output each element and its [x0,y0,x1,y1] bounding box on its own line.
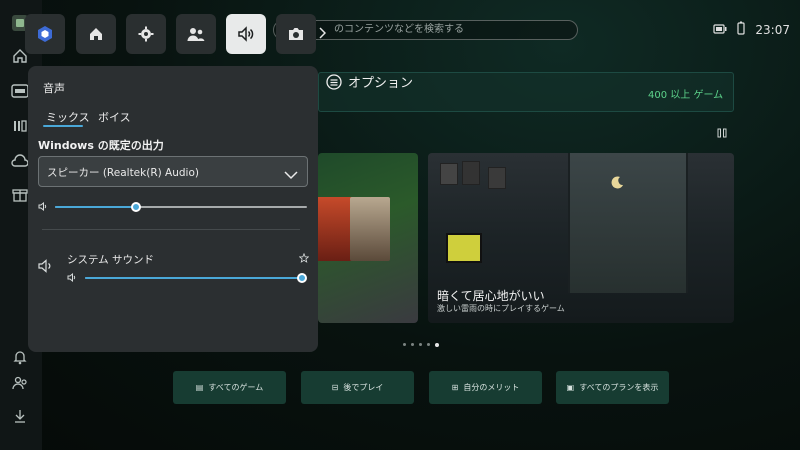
poster-artwork [462,161,480,185]
options-label: オプション [348,76,414,91]
system-sound-label: システム サウンド [67,254,155,266]
camera-icon [289,28,303,40]
carousel-dot[interactable] [427,343,430,346]
divider [42,229,300,230]
controller-battery-icon [737,21,746,38]
home-button[interactable] [76,14,116,54]
list-icon: ▤ [195,383,204,392]
carousel-dot[interactable] [419,343,422,346]
poster-artwork [440,163,458,185]
play-later-button[interactable]: ⊟ 後でプレイ [301,371,414,404]
poster-artwork [446,233,482,263]
settings-button[interactable] [126,14,166,54]
active-tab-indicator [43,125,83,127]
featured-title: 暗くて居心地がいい [437,289,545,303]
speaker-small-icon [38,201,48,213]
widget-button[interactable] [25,14,65,54]
moon-icon [611,176,623,189]
all-games-button[interactable]: ▤ すべてのゲーム [173,371,286,404]
bookmark-icon: ⊟ [331,383,339,392]
panel-title: 音声 [43,82,65,95]
carousel-dot[interactable] [403,343,406,346]
chevron-down-icon [284,165,298,184]
system-volume-slider-thumb[interactable] [297,273,307,283]
master-volume-slider-thumb[interactable] [130,202,141,212]
clock: 23:07 [755,22,790,37]
options-button[interactable]: オプション [326,72,413,91]
status-area: 23:07 [713,21,790,38]
pause-icon[interactable] [717,128,727,141]
volume-button[interactable] [226,14,266,54]
widget-icon [38,26,52,42]
view-all-plans-button[interactable]: ▣ すべてのプランを表示 [556,371,669,404]
system-sound-speaker-icon [38,259,54,275]
gear-icon [138,26,154,42]
people-button[interactable] [176,14,216,54]
friends-icon[interactable] [9,372,31,394]
system-speaker-small-icon [67,272,77,284]
capture-button[interactable] [276,14,316,54]
system-volume-fill [85,277,302,279]
carousel-dots[interactable] [403,343,439,347]
game-cover-2 [350,197,390,261]
master-volume-fill [55,206,136,208]
game-cover-1 [314,197,354,261]
featured-subtitle: 激しい雷雨の時にプレイするゲーム [437,304,565,313]
carousel-dot-active[interactable] [435,343,439,347]
download-icon[interactable] [9,405,31,427]
tab-voice[interactable]: ボイス [98,109,131,125]
home-icon [90,28,102,40]
volume-icon [238,26,254,42]
poster-artwork [488,167,506,189]
tab-mix[interactable]: ミックス [46,109,90,125]
battery-icon [713,23,727,37]
people-icon [187,28,205,41]
games-count: 400 以上 ゲーム [648,90,724,101]
my-perks-button[interactable]: ⊞ 自分のメリット [429,371,542,404]
output-device-value: スピーカー (Realtek(R) Audio) [47,167,199,179]
star-icon[interactable] [298,252,310,265]
chevron-right-icon[interactable] [318,24,327,43]
gift-icon: ⊞ [451,383,459,392]
carousel-dot[interactable] [411,343,414,346]
menu-icon [326,73,342,90]
output-section-title: Windows の既定の出力 [38,139,164,152]
notification-bell-icon[interactable] [9,346,31,368]
window-artwork [568,153,688,293]
plan-icon: ▣ [566,383,575,392]
